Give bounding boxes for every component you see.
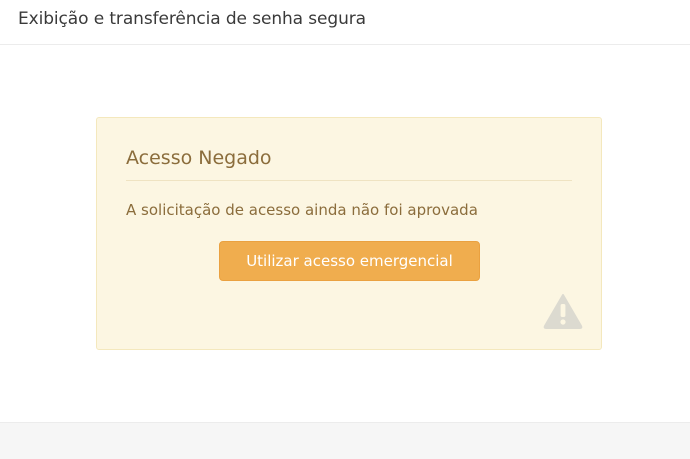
page-title: Exibição e transferência de senha segura [18,9,366,29]
warning-exclamation-dot [560,319,566,325]
warning-triangle-icon [543,294,583,329]
page-header: Exibição e transferência de senha segura [0,0,690,45]
page-footer [0,422,690,459]
warning-exclamation-bar [560,304,566,317]
alert-message: A solicitação de acesso ainda não foi ap… [126,201,478,219]
access-denied-alert: Acesso Negado A solicitação de acesso ai… [96,117,602,350]
alert-divider [126,180,572,181]
emergency-access-button[interactable]: Utilizar acesso emergencial [219,241,480,281]
alert-title: Acesso Negado [126,147,272,169]
